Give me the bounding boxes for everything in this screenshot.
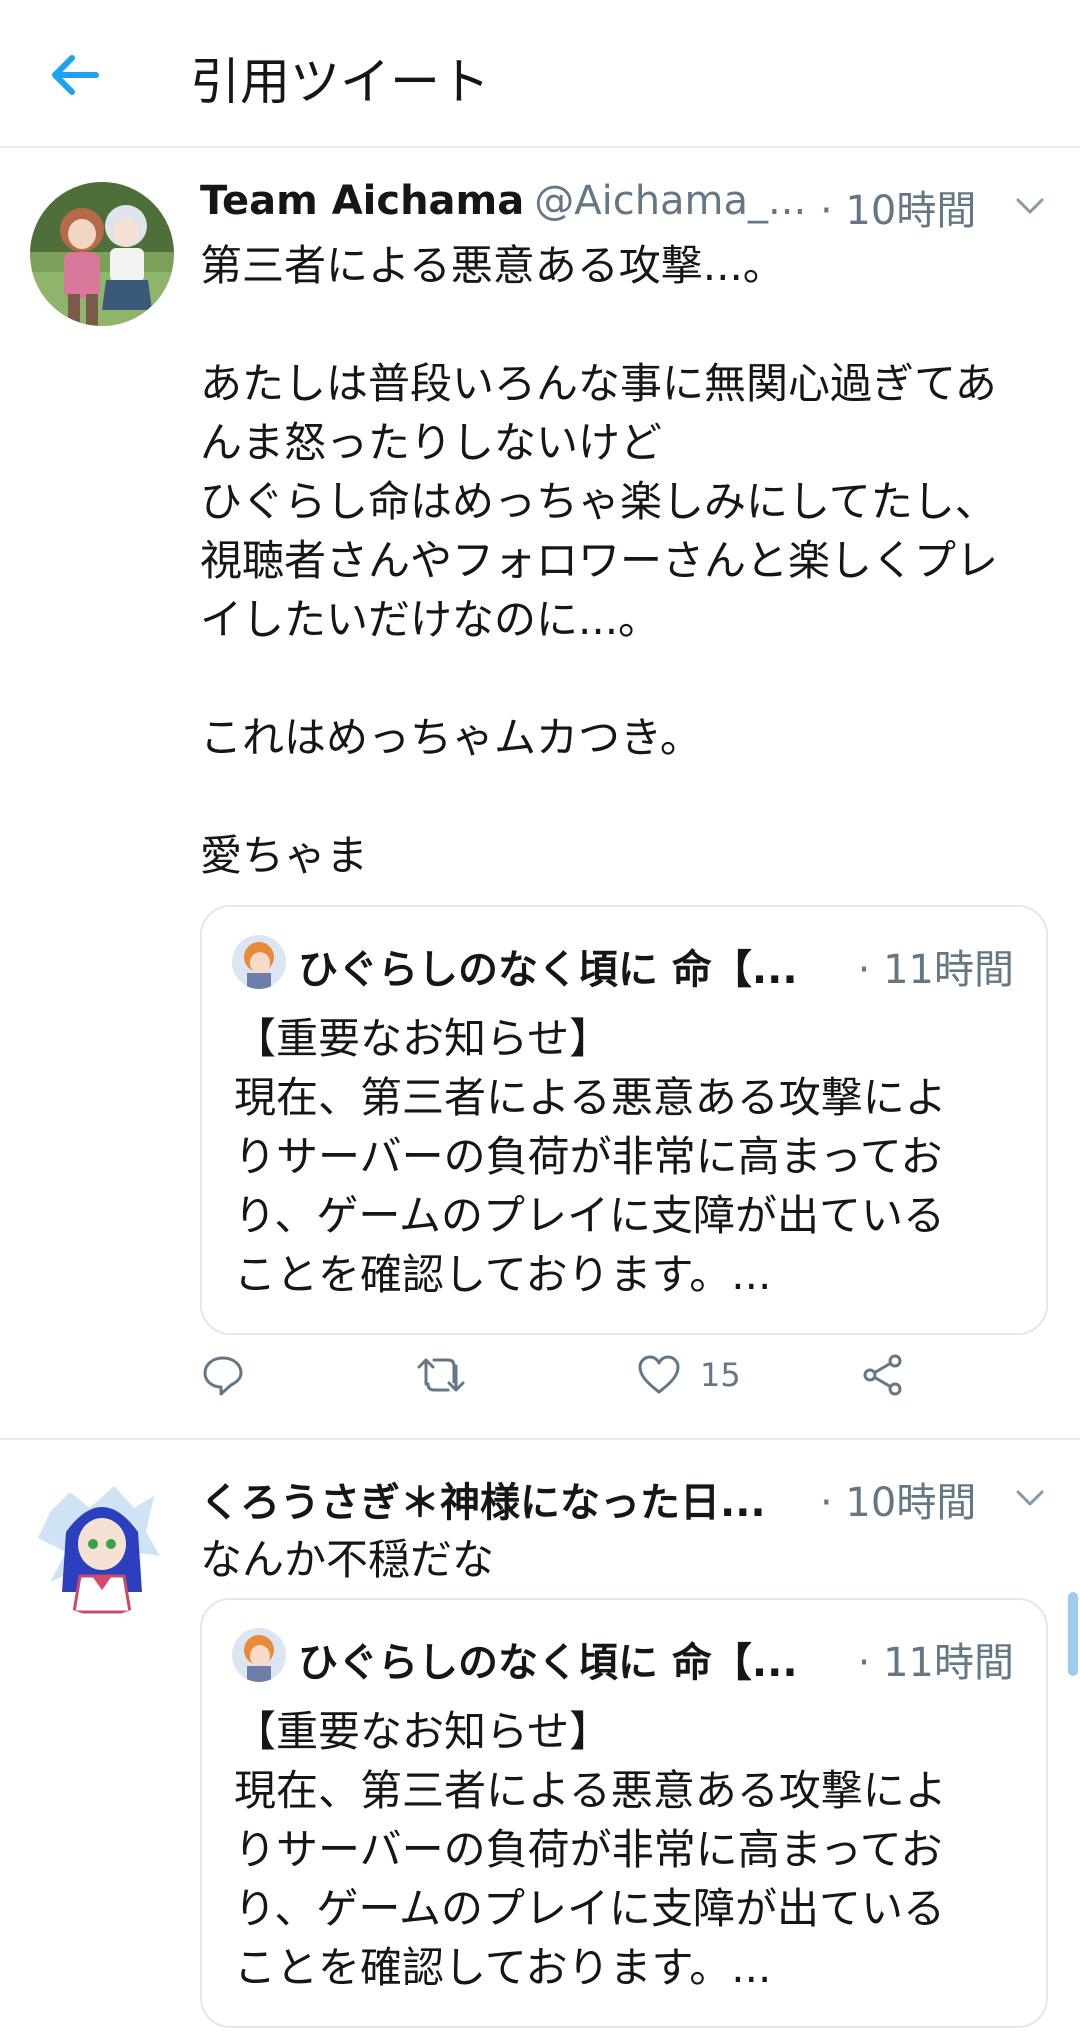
quoted-text: 【重要なお知らせ】 現在、第三者による悪意ある攻撃によ りサーバーの負荷が非常に… xyxy=(234,1009,947,1304)
author-name[interactable]: くろうさぎ＊神様になった日... xyxy=(200,1470,766,1528)
timestamp[interactable]: · 10時間 xyxy=(820,178,976,236)
text-line: 現在、第三者による悪意ある攻撃によ xyxy=(234,1766,947,1815)
page-title: 引用ツイート xyxy=(190,53,490,111)
share-button[interactable] xyxy=(860,1345,906,1405)
tweet-menu-button[interactable] xyxy=(1010,1478,1050,1518)
tweet-menu-button[interactable] xyxy=(1010,186,1050,226)
quoted-text: 【重要なお知らせ】 現在、第三者による悪意ある攻撃によ りサーバーの負荷が非常に… xyxy=(234,1702,947,1997)
reply-button[interactable] xyxy=(200,1345,246,1405)
text-line: りサーバーの負荷が非常に高まってお xyxy=(234,1132,943,1181)
quoted-author-name: ひぐらしのなく頃に 命【... xyxy=(298,947,798,993)
like-button[interactable]: 15 xyxy=(636,1345,741,1405)
quoted-timestamp: · 11時間 xyxy=(857,947,1014,993)
author-handle[interactable]: @Aichama_... xyxy=(534,178,806,224)
text-line: ことを確認しております。... xyxy=(234,1250,772,1299)
back-button[interactable] xyxy=(40,40,110,110)
text-line: イしたいだけなのに...。 xyxy=(200,595,661,644)
heart-icon xyxy=(638,1355,680,1394)
text-line xyxy=(200,767,1050,826)
text-line xyxy=(200,649,1050,708)
tweet[interactable]: Team Aichama @Aichama_... · 10時間 第三者による悪意… xyxy=(0,150,1080,1440)
text-line: あたしは普段いろんな事に無関心過ぎてあ xyxy=(200,359,997,408)
share-icon xyxy=(863,1354,902,1396)
text-line xyxy=(200,295,1050,354)
top-app-bar: 引用ツイート xyxy=(0,0,1080,148)
quoted-timestamp: · 11時間 xyxy=(857,1640,1014,1686)
retweet-button[interactable] xyxy=(416,1345,466,1405)
quoted-tweet[interactable]: ひぐらしのなく頃に 命【... · 11時間 【重要なお知らせ】 現在、第三者に… xyxy=(200,1598,1048,2028)
tweet[interactable]: くろうさぎ＊神様になった日... · 10時間 なんか不穏だな ひぐらしのなく頃… xyxy=(0,1442,1080,2043)
like-count: 15 xyxy=(700,1356,741,1394)
quoted-tweet[interactable]: ひぐらしのなく頃に 命【... · 11時間 【重要なお知らせ】 現在、第三者に… xyxy=(200,905,1048,1335)
retweet-icon xyxy=(417,1358,465,1392)
text-line: りサーバーの負荷が非常に高まってお xyxy=(234,1825,943,1874)
author-name[interactable]: Team Aichama @Aichama_... xyxy=(200,178,806,224)
quoted-avatar xyxy=(232,935,286,989)
arrow-left-icon xyxy=(52,55,99,95)
chevron-down-icon xyxy=(1016,198,1044,214)
avatar[interactable] xyxy=(30,182,174,326)
reply-icon xyxy=(203,1356,243,1396)
text-line: 第三者による悪意ある攻撃...。 xyxy=(200,241,785,290)
text-line: り、ゲームのプレイに支障が出ている xyxy=(234,1191,946,1240)
tweet-text: なんか不穏だな xyxy=(200,1530,1050,1589)
tweet-header: くろうさぎ＊神様になった日... · 10時間 xyxy=(200,1470,1050,1530)
text-line: これはめっちゃムカつき。 xyxy=(200,713,702,762)
text-line: 現在、第三者による悪意ある攻撃によ xyxy=(234,1073,947,1122)
tweet-header: Team Aichama @Aichama_... · 10時間 xyxy=(200,178,1050,238)
chevron-down-icon xyxy=(1016,1490,1044,1506)
text-line: 【重要なお知らせ】 xyxy=(234,1707,612,1756)
text-line: ひぐらし命はめっちゃ楽しみにしてたし、 xyxy=(200,477,997,526)
text-line: り、ゲームのプレイに支障が出ている xyxy=(234,1884,946,1933)
timestamp[interactable]: · 10時間 xyxy=(820,1470,976,1528)
text-line: ことを確認しております。... xyxy=(234,1943,772,1992)
avatar[interactable] xyxy=(30,1472,174,1616)
scroll-indicator[interactable] xyxy=(1068,1592,1078,1676)
text-line: 愛ちゃま xyxy=(200,831,369,880)
text-line: なんか不穏だな xyxy=(200,1535,495,1584)
quoted-avatar xyxy=(232,1628,286,1682)
text-line: 【重要なお知らせ】 xyxy=(234,1014,612,1063)
quoted-author-name: ひぐらしのなく頃に 命【... xyxy=(298,1640,798,1686)
text-line: んま怒ったりしないけど xyxy=(200,418,663,467)
text-line: 視聴者さんやフォロワーさんと楽しくプレ xyxy=(200,536,999,585)
tweet-text: 第三者による悪意ある攻撃...。 あたしは普段いろんな事に無関心過ぎてあ んま怒… xyxy=(200,236,1050,885)
tweet-actions: 15 xyxy=(200,1345,1000,1415)
